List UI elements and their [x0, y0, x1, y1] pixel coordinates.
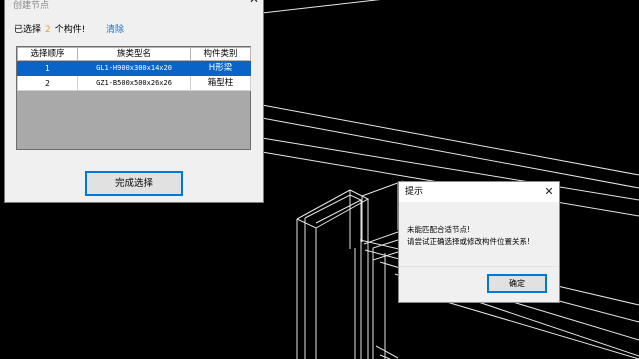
cell-category: H形梁: [190, 60, 251, 76]
tip-dialog-title: 提示: [405, 187, 424, 197]
cell-type: GL1-H900x300x14x20: [77, 60, 191, 76]
cell-order: 1: [17, 60, 78, 76]
cell-order: 2: [17, 75, 78, 91]
component-table: 选择顺序 族类型名 构件类别 1 GL1-H900x300x14x20 H形梁 …: [16, 46, 251, 150]
cell-category: 箱型柱: [190, 75, 251, 91]
table-row[interactable]: 2 GZ1-B500x500x26x26 箱型柱: [17, 75, 251, 91]
column-header-category[interactable]: 构件类别: [190, 47, 251, 61]
selection-count: 2: [45, 25, 51, 35]
table-header-row: 选择顺序 族类型名 构件类别: [17, 47, 251, 61]
selection-suffix: 个构件!: [54, 25, 86, 35]
column-header-type[interactable]: 族类型名: [77, 47, 191, 61]
close-icon[interactable]: ✕: [542, 184, 556, 200]
table-row[interactable]: 1 GL1-H900x300x14x20 H形梁: [17, 60, 251, 76]
column-header-order[interactable]: 选择顺序: [17, 47, 78, 61]
tip-dialog: 提示 ✕ 未能匹配合适节点! 请尝试正确选择或修改构件位置关系! 确定: [398, 181, 560, 303]
selection-prefix: 已选择: [14, 25, 42, 35]
cell-type: GZ1-B500x500x26x26: [77, 75, 191, 91]
finish-selection-button[interactable]: 完成选择: [85, 171, 183, 196]
tip-dialog-footer: 确定: [399, 266, 559, 302]
ok-button[interactable]: 确定: [487, 274, 547, 293]
close-icon[interactable]: ✕: [244, 0, 264, 9]
message-line-2: 请尝试正确选择或修改构件位置关系!: [407, 237, 531, 246]
create-node-dialog: 创建节点 ✕ 已选择2个构件! 清除 选择顺序 族类型名 构件类别 1 GL1-…: [4, 0, 264, 203]
message-line-1: 未能匹配合适节点!: [407, 225, 471, 234]
clear-link[interactable]: 清除: [106, 25, 124, 36]
dialog-title: 创建节点: [13, 1, 50, 11]
selection-summary: 已选择 2 个构件!: [14, 25, 85, 36]
